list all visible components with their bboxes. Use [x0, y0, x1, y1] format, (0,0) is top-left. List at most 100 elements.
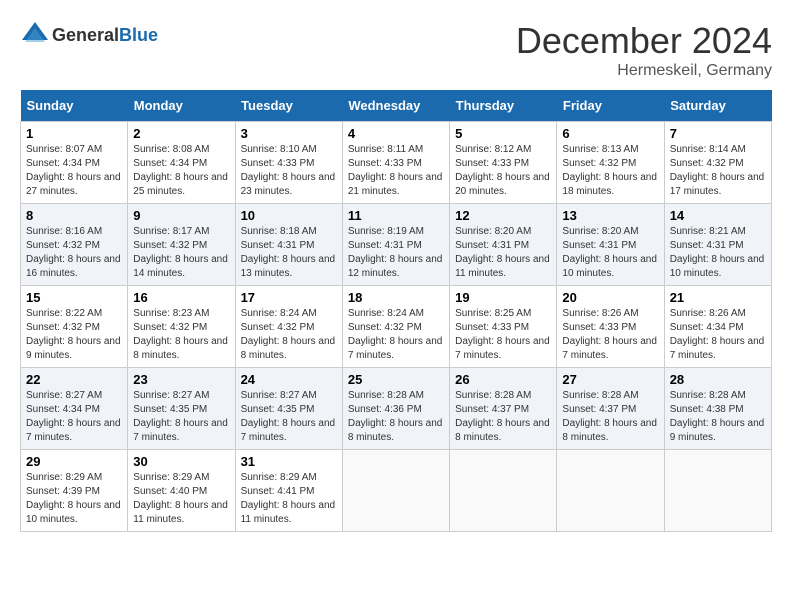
day-info: Sunrise: 8:26 AM Sunset: 4:33 PM Dayligh…	[562, 307, 658, 363]
table-row: 19 Sunrise: 8:25 AM Sunset: 4:33 PM Dayli…	[450, 286, 557, 368]
table-row: 2 Sunrise: 8:08 AM Sunset: 4:34 PM Daylig…	[128, 122, 235, 204]
day-number: 9	[133, 208, 229, 223]
title-area: December 2024 Hermeskeil, Germany	[516, 20, 772, 80]
day-number: 14	[670, 208, 766, 223]
day-number: 22	[26, 372, 122, 387]
day-number: 15	[26, 290, 122, 305]
logo-text: GeneralBlue	[52, 25, 158, 46]
day-number: 1	[26, 126, 122, 141]
table-row: 23 Sunrise: 8:27 AM Sunset: 4:35 PM Dayli…	[128, 368, 235, 450]
day-info: Sunrise: 8:18 AM Sunset: 4:31 PM Dayligh…	[241, 225, 337, 281]
table-row: 28Sunrise: 8:28 AM Sunset: 4:38 PM Dayli…	[664, 368, 771, 450]
day-info: Sunrise: 8:24 AM Sunset: 4:32 PM Dayligh…	[241, 307, 337, 363]
day-number: 2	[133, 126, 229, 141]
day-number: 5	[455, 126, 551, 141]
table-row: 29Sunrise: 8:29 AM Sunset: 4:39 PM Dayli…	[21, 450, 128, 532]
day-info: Sunrise: 8:16 AM Sunset: 4:32 PM Dayligh…	[26, 225, 122, 281]
col-thursday: Thursday	[450, 90, 557, 122]
day-info: Sunrise: 8:20 AM Sunset: 4:31 PM Dayligh…	[562, 225, 658, 281]
day-info: Sunrise: 8:17 AM Sunset: 4:32 PM Dayligh…	[133, 225, 229, 281]
day-info: Sunrise: 8:28 AM Sunset: 4:36 PM Dayligh…	[348, 389, 444, 445]
table-row: 24Sunrise: 8:27 AM Sunset: 4:35 PM Dayli…	[235, 368, 342, 450]
calendar-week-row: 8 Sunrise: 8:16 AM Sunset: 4:32 PM Daylig…	[21, 204, 772, 286]
table-row: 21Sunrise: 8:26 AM Sunset: 4:34 PM Dayli…	[664, 286, 771, 368]
day-info: Sunrise: 8:28 AM Sunset: 4:37 PM Dayligh…	[455, 389, 551, 445]
col-monday: Monday	[128, 90, 235, 122]
table-row: 12Sunrise: 8:20 AM Sunset: 4:31 PM Dayli…	[450, 204, 557, 286]
table-row: 30 Sunrise: 8:29 AM Sunset: 4:40 PM Dayli…	[128, 450, 235, 532]
table-row: 13Sunrise: 8:20 AM Sunset: 4:31 PM Dayli…	[557, 204, 664, 286]
logo: GeneralBlue	[20, 20, 158, 50]
table-row: 25 Sunrise: 8:28 AM Sunset: 4:36 PM Dayli…	[342, 368, 449, 450]
calendar-week-row: 1Sunrise: 8:07 AM Sunset: 4:34 PM Daylig…	[21, 122, 772, 204]
day-info: Sunrise: 8:19 AM Sunset: 4:31 PM Dayligh…	[348, 225, 444, 281]
day-number: 31	[241, 454, 337, 469]
day-info: Sunrise: 8:27 AM Sunset: 4:34 PM Dayligh…	[26, 389, 122, 445]
day-number: 18	[348, 290, 444, 305]
day-info: Sunrise: 8:29 AM Sunset: 4:40 PM Dayligh…	[133, 471, 229, 527]
day-info: Sunrise: 8:28 AM Sunset: 4:37 PM Dayligh…	[562, 389, 658, 445]
day-number: 28	[670, 372, 766, 387]
day-info: Sunrise: 8:11 AM Sunset: 4:33 PM Dayligh…	[348, 143, 444, 199]
day-number: 12	[455, 208, 551, 223]
day-number: 17	[241, 290, 337, 305]
col-wednesday: Wednesday	[342, 90, 449, 122]
day-number: 10	[241, 208, 337, 223]
table-row: 31Sunrise: 8:29 AM Sunset: 4:41 PM Dayli…	[235, 450, 342, 532]
table-row: 9 Sunrise: 8:17 AM Sunset: 4:32 PM Daylig…	[128, 204, 235, 286]
table-row: 14 Sunrise: 8:21 AM Sunset: 4:31 PM Dayli…	[664, 204, 771, 286]
day-info: Sunrise: 8:14 AM Sunset: 4:32 PM Dayligh…	[670, 143, 766, 199]
calendar-week-row: 29Sunrise: 8:29 AM Sunset: 4:39 PM Dayli…	[21, 450, 772, 532]
day-number: 16	[133, 290, 229, 305]
logo-icon	[20, 20, 50, 50]
table-row: 18 Sunrise: 8:24 AM Sunset: 4:32 PM Dayli…	[342, 286, 449, 368]
day-info: Sunrise: 8:21 AM Sunset: 4:31 PM Dayligh…	[670, 225, 766, 281]
calendar-header-row: Sunday Monday Tuesday Wednesday Thursday…	[21, 90, 772, 122]
day-number: 27	[562, 372, 658, 387]
day-number: 4	[348, 126, 444, 141]
day-info: Sunrise: 8:24 AM Sunset: 4:32 PM Dayligh…	[348, 307, 444, 363]
table-row: 3Sunrise: 8:10 AM Sunset: 4:33 PM Daylig…	[235, 122, 342, 204]
table-row: 20Sunrise: 8:26 AM Sunset: 4:33 PM Dayli…	[557, 286, 664, 368]
day-info: Sunrise: 8:26 AM Sunset: 4:34 PM Dayligh…	[670, 307, 766, 363]
day-number: 25	[348, 372, 444, 387]
day-number: 30	[133, 454, 229, 469]
table-row	[557, 450, 664, 532]
day-number: 3	[241, 126, 337, 141]
table-row: 26 Sunrise: 8:28 AM Sunset: 4:37 PM Dayli…	[450, 368, 557, 450]
day-info: Sunrise: 8:13 AM Sunset: 4:32 PM Dayligh…	[562, 143, 658, 199]
table-row: 16 Sunrise: 8:23 AM Sunset: 4:32 PM Dayli…	[128, 286, 235, 368]
table-row	[450, 450, 557, 532]
logo-blue: Blue	[119, 25, 158, 45]
table-row: 5Sunrise: 8:12 AM Sunset: 4:33 PM Daylig…	[450, 122, 557, 204]
day-number: 29	[26, 454, 122, 469]
day-info: Sunrise: 8:27 AM Sunset: 4:35 PM Dayligh…	[133, 389, 229, 445]
day-number: 6	[562, 126, 658, 141]
month-title: December 2024	[516, 20, 772, 62]
day-number: 8	[26, 208, 122, 223]
day-info: Sunrise: 8:08 AM Sunset: 4:34 PM Dayligh…	[133, 143, 229, 199]
day-number: 23	[133, 372, 229, 387]
day-number: 26	[455, 372, 551, 387]
table-row: 27 Sunrise: 8:28 AM Sunset: 4:37 PM Dayli…	[557, 368, 664, 450]
page-header: GeneralBlue December 2024 Hermeskeil, Ge…	[20, 20, 772, 80]
day-number: 19	[455, 290, 551, 305]
table-row: 11Sunrise: 8:19 AM Sunset: 4:31 PM Dayli…	[342, 204, 449, 286]
table-row: 4 Sunrise: 8:11 AM Sunset: 4:33 PM Daylig…	[342, 122, 449, 204]
calendar-week-row: 15Sunrise: 8:22 AM Sunset: 4:32 PM Dayli…	[21, 286, 772, 368]
day-info: Sunrise: 8:23 AM Sunset: 4:32 PM Dayligh…	[133, 307, 229, 363]
calendar-week-row: 22 Sunrise: 8:27 AM Sunset: 4:34 PM Dayli…	[21, 368, 772, 450]
day-number: 24	[241, 372, 337, 387]
col-tuesday: Tuesday	[235, 90, 342, 122]
table-row: 8 Sunrise: 8:16 AM Sunset: 4:32 PM Daylig…	[21, 204, 128, 286]
col-sunday: Sunday	[21, 90, 128, 122]
day-info: Sunrise: 8:25 AM Sunset: 4:33 PM Dayligh…	[455, 307, 551, 363]
table-row: 10 Sunrise: 8:18 AM Sunset: 4:31 PM Dayli…	[235, 204, 342, 286]
table-row: 22 Sunrise: 8:27 AM Sunset: 4:34 PM Dayli…	[21, 368, 128, 450]
day-number: 7	[670, 126, 766, 141]
table-row	[664, 450, 771, 532]
table-row: 1Sunrise: 8:07 AM Sunset: 4:34 PM Daylig…	[21, 122, 128, 204]
calendar-table: Sunday Monday Tuesday Wednesday Thursday…	[20, 90, 772, 532]
table-row: 6 Sunrise: 8:13 AM Sunset: 4:32 PM Daylig…	[557, 122, 664, 204]
table-row	[342, 450, 449, 532]
